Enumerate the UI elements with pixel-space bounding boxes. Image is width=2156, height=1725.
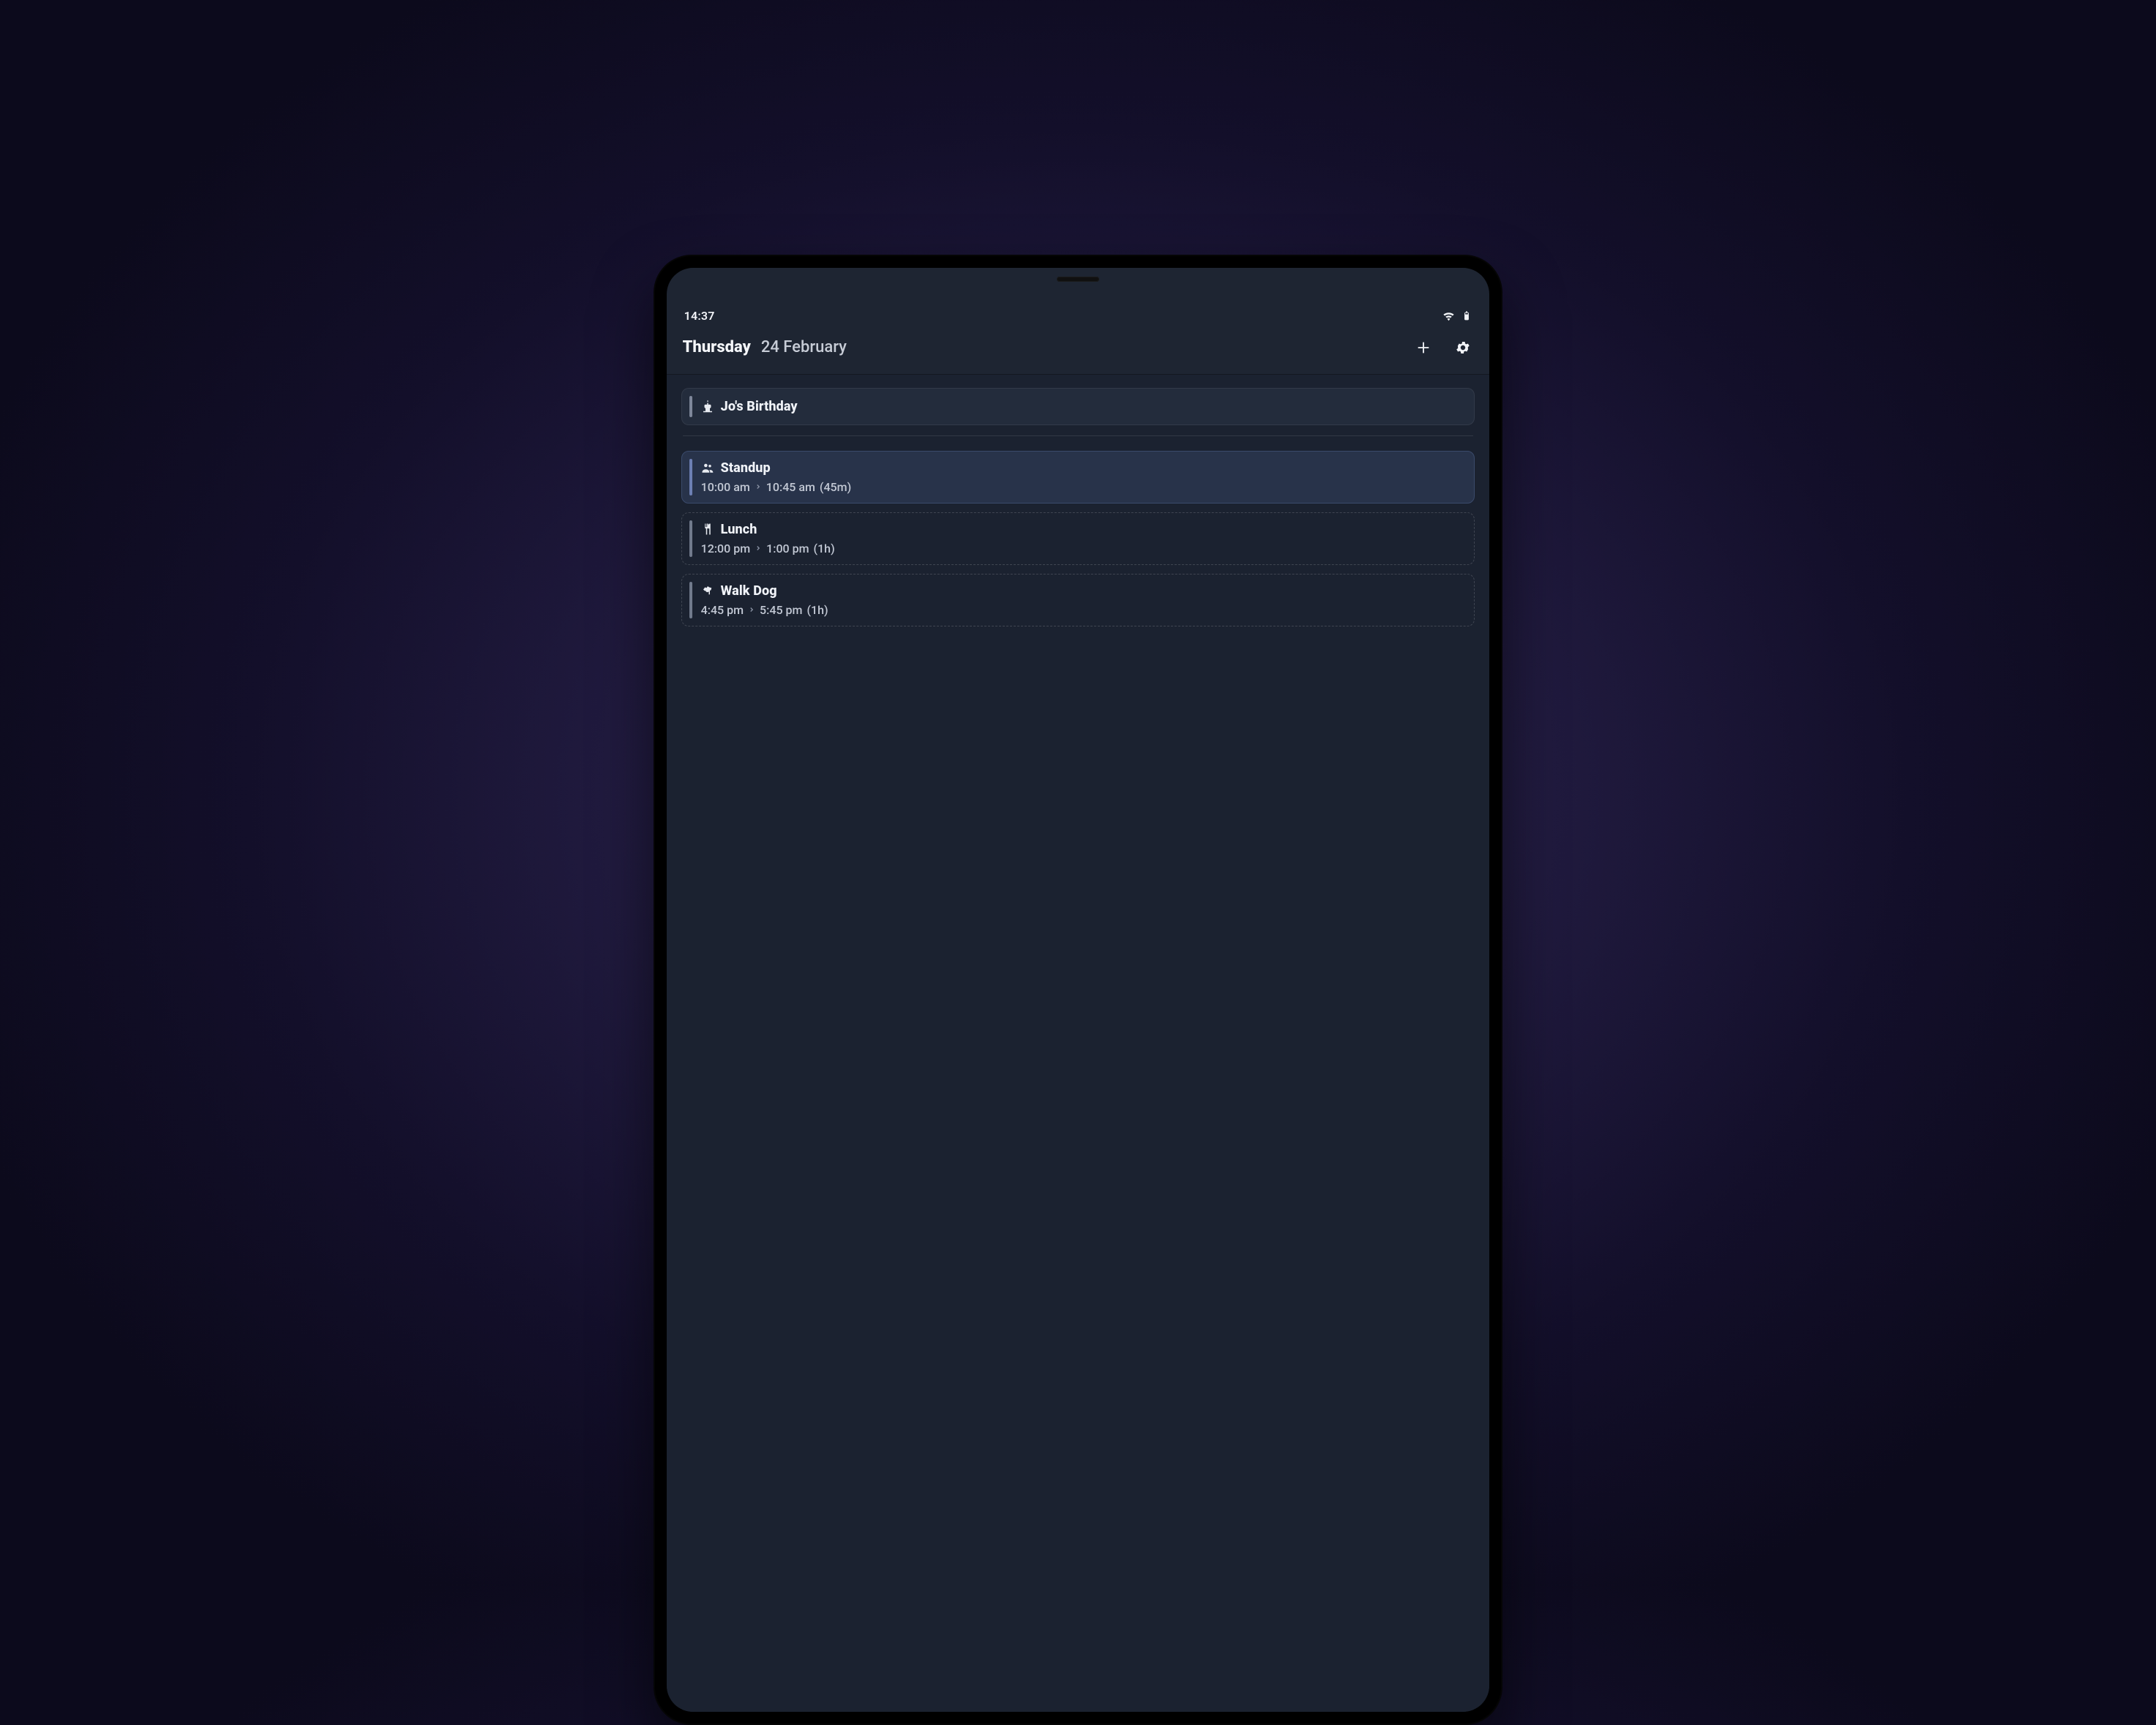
events-list: Jo's Birthday Standup 10:00 am 10:45 am — [667, 375, 1490, 1712]
event-end: 10:45 am — [766, 480, 815, 494]
event-card[interactable]: Standup 10:00 am 10:45 am (45m) — [681, 451, 1475, 504]
wifi-icon — [1442, 309, 1456, 323]
chevron-right-icon — [755, 545, 762, 552]
add-button[interactable] — [1413, 337, 1434, 358]
event-card[interactable]: Walk Dog 4:45 pm 5:45 pm (1h) — [681, 574, 1475, 626]
clock-time: 14:37 — [684, 309, 715, 323]
event-start: 10:00 am — [701, 480, 750, 494]
event-stripe — [689, 520, 692, 557]
event-stripe — [689, 582, 692, 618]
plus-icon — [1415, 340, 1431, 356]
event-duration: (1h) — [806, 603, 828, 617]
people-icon — [701, 461, 714, 474]
chevron-right-icon — [755, 483, 762, 490]
event-title: Walk Dog — [721, 583, 777, 599]
event-title: Jo's Birthday — [721, 399, 798, 414]
event-end: 5:45 pm — [760, 603, 802, 617]
phone-frame: 14:37 Thursday 24 February — [654, 255, 1503, 1725]
birthday-cake-icon — [701, 400, 714, 413]
status-bar: 14:37 — [667, 303, 1490, 327]
event-end: 1:00 pm — [766, 542, 809, 555]
event-stripe — [689, 396, 692, 417]
event-time-range: 4:45 pm 5:45 pm (1h) — [697, 603, 1463, 617]
app-screen: 14:37 Thursday 24 February — [667, 268, 1490, 1712]
chevron-right-icon — [748, 606, 755, 613]
event-card-allday[interactable]: Jo's Birthday — [681, 388, 1475, 425]
section-divider — [683, 435, 1474, 436]
settings-button[interactable] — [1453, 337, 1473, 358]
battery-icon — [1461, 309, 1472, 323]
event-duration: (45m) — [820, 480, 851, 494]
status-right — [1442, 309, 1472, 323]
utensils-icon — [701, 523, 714, 536]
event-title: Lunch — [721, 522, 757, 537]
title-bar: Thursday 24 February — [667, 327, 1490, 375]
header-date: 24 February — [761, 338, 847, 356]
event-stripe — [689, 459, 692, 495]
event-time-range: 10:00 am 10:45 am (45m) — [697, 480, 1463, 494]
event-duration: (1h) — [814, 542, 835, 555]
event-start: 4:45 pm — [701, 603, 744, 617]
event-start: 12:00 pm — [701, 542, 751, 555]
header-day: Thursday — [683, 338, 751, 356]
event-title: Standup — [721, 460, 771, 476]
gear-icon — [1455, 340, 1471, 356]
event-card[interactable]: Lunch 12:00 pm 1:00 pm (1h) — [681, 512, 1475, 565]
event-time-range: 12:00 pm 1:00 pm (1h) — [697, 542, 1463, 555]
dog-icon — [701, 584, 714, 597]
phone-speaker — [1057, 277, 1099, 282]
